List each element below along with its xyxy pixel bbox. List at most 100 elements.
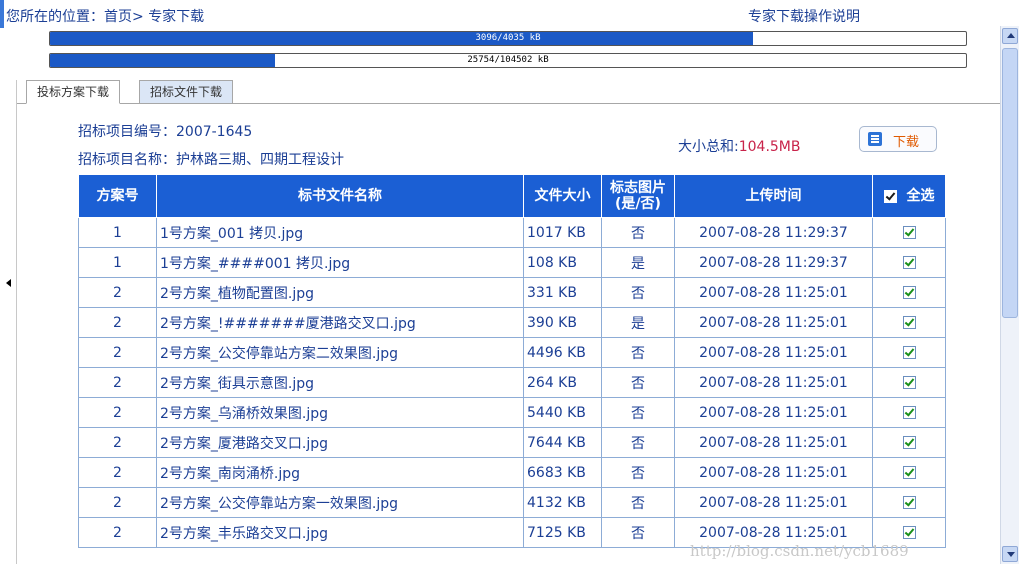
cell-filename[interactable]: 1号方案_####001 拷贝.jpg <box>156 247 524 278</box>
cell-select <box>872 277 946 308</box>
cell-scheme: 2 <box>78 517 157 548</box>
cell-size: 4496 KB <box>523 337 602 368</box>
breadcrumb-prefix: 您所在的位置： <box>6 9 104 25</box>
row-checkbox[interactable] <box>902 376 916 389</box>
progress-bar-total: 25754/104502 kB <box>49 53 967 68</box>
cell-uploaded: 2007-08-28 11:25:01 <box>674 307 873 338</box>
vertical-scrollbar[interactable] <box>1000 26 1019 564</box>
table-row: 2 2号方案_乌涌桥效果图.jpg 5440 KB 否 2007-08-28 11:25… <box>78 397 946 428</box>
cell-scheme: 1 <box>78 247 157 278</box>
cell-scheme: 2 <box>78 337 157 368</box>
header-size: 文件大小 <box>523 174 602 218</box>
cell-size: 108 KB <box>523 247 602 278</box>
cell-filename[interactable]: 2号方案_南岗涌桥.jpg <box>156 457 524 488</box>
table-row: 1 1号方案_001 拷贝.jpg 1017 KB 否 2007-08-28 11:29… <box>78 217 946 248</box>
cell-filename[interactable]: 2号方案_!#######厦港路交叉口.jpg <box>156 307 524 338</box>
cell-size: 264 KB <box>523 367 602 398</box>
project-number-value: 2007-1645 <box>176 124 253 140</box>
table-row: 2 2号方案_公交停靠站方案一效果图.jpg 4132 KB 否 2007-08-28 … <box>78 487 946 518</box>
select-all-checkbox[interactable] <box>883 189 897 203</box>
cell-select <box>872 337 946 368</box>
cell-size: 7125 KB <box>523 517 602 548</box>
select-all-label: 全选 <box>906 188 935 204</box>
table-row: 2 2号方案_厦港路交叉口.jpg 7644 KB 否 2007-08-28 11:25… <box>78 427 946 458</box>
row-checkbox[interactable] <box>902 466 916 479</box>
header-scheme: 方案号 <box>78 174 157 218</box>
progress-bar-file: 3096/4035 kB <box>49 31 967 46</box>
cell-filename[interactable]: 2号方案_公交停靠站方案二效果图.jpg <box>156 337 524 368</box>
project-name: 招标项目名称：护林路三期、四期工程设计 <box>78 149 344 169</box>
header-flag: 标志图片(是/否) <box>601 174 675 218</box>
file-table: 方案号 标书文件名称 文件大小 标志图片(是/否) 上传时间 全选 1 1号方案_… <box>78 174 946 548</box>
download-button-label: 下载 <box>893 135 920 150</box>
row-checkbox[interactable] <box>902 316 916 329</box>
total-size-label: 大小总和: <box>678 139 739 155</box>
cell-scheme: 2 <box>78 487 157 518</box>
cell-size: 4132 KB <box>523 487 602 518</box>
cell-scheme: 2 <box>78 457 157 488</box>
cell-scheme: 2 <box>78 277 157 308</box>
cell-size: 7644 KB <box>523 427 602 458</box>
cell-select <box>872 367 946 398</box>
scroll-up-icon[interactable] <box>1002 28 1018 44</box>
cell-uploaded: 2007-08-28 11:29:37 <box>674 217 873 248</box>
header-select-all: 全选 <box>872 174 946 218</box>
row-checkbox[interactable] <box>902 436 916 449</box>
cell-scheme: 2 <box>78 307 157 338</box>
cell-filename[interactable]: 1号方案_001 拷贝.jpg <box>156 217 524 248</box>
row-checkbox[interactable] <box>902 496 916 509</box>
download-help-link[interactable]: 专家下载操作说明 <box>748 6 860 26</box>
row-checkbox[interactable] <box>902 406 916 419</box>
cell-size: 6683 KB <box>523 457 602 488</box>
cell-select <box>872 217 946 248</box>
progress-text-total: 25754/104502 kB <box>467 55 549 65</box>
row-checkbox[interactable] <box>902 526 916 539</box>
collapse-left-arrow-icon[interactable] <box>6 279 11 287</box>
cell-flag: 否 <box>601 277 675 308</box>
breadcrumb-separator: > <box>132 9 149 25</box>
breadcrumb: 您所在的位置：首页> 专家下载 <box>6 6 204 26</box>
cell-select <box>872 247 946 278</box>
cell-flag: 否 <box>601 427 675 458</box>
table-row: 1 1号方案_####001 拷贝.jpg 108 KB 是 2007-08-28 11… <box>78 247 946 278</box>
row-checkbox[interactable] <box>902 226 916 239</box>
table-row: 2 2号方案_植物配置图.jpg 331 KB 否 2007-08-28 11:25:0… <box>78 277 946 308</box>
cell-filename[interactable]: 2号方案_街具示意图.jpg <box>156 367 524 398</box>
cell-filename[interactable]: 2号方案_植物配置图.jpg <box>156 277 524 308</box>
row-checkbox[interactable] <box>902 286 916 299</box>
watermark: http://blog.csdn.net/ycb1689 <box>690 542 909 560</box>
cell-uploaded: 2007-08-28 11:25:01 <box>674 487 873 518</box>
cell-flag: 否 <box>601 337 675 368</box>
cell-select <box>872 307 946 338</box>
cell-flag: 是 <box>601 247 675 278</box>
cell-filename[interactable]: 2号方案_厦港路交叉口.jpg <box>156 427 524 458</box>
accent-strip <box>0 0 4 28</box>
project-number-label: 招标项目编号： <box>78 124 176 140</box>
scroll-down-icon[interactable] <box>1002 546 1018 562</box>
cell-uploaded: 2007-08-28 11:25:01 <box>674 427 873 458</box>
cell-select <box>872 427 946 458</box>
breadcrumb-home-link[interactable]: 首页 <box>104 9 132 25</box>
cell-uploaded: 2007-08-28 11:25:01 <box>674 457 873 488</box>
download-button[interactable]: 下载 <box>859 126 937 152</box>
project-name-label: 招标项目名称： <box>78 152 176 168</box>
cell-uploaded: 2007-08-28 11:25:01 <box>674 367 873 398</box>
project-number: 招标项目编号：2007-1645 <box>78 121 252 141</box>
total-size: 大小总和:104.5MB <box>678 136 800 156</box>
table-row: 2 2号方案_街具示意图.jpg 264 KB 否 2007-08-28 11:25:0… <box>78 367 946 398</box>
scroll-thumb[interactable] <box>1002 48 1018 318</box>
breadcrumb-current: 专家下载 <box>148 9 205 25</box>
row-checkbox[interactable] <box>902 346 916 359</box>
cell-flag: 否 <box>601 487 675 518</box>
cell-filename[interactable]: 2号方案_丰乐路交叉口.jpg <box>156 517 524 548</box>
cell-select <box>872 397 946 428</box>
cell-scheme: 1 <box>78 217 157 248</box>
top-bar: 您所在的位置：首页> 专家下载 专家下载操作说明 <box>0 0 1000 28</box>
tab-tender-file-download[interactable]: 招标文件下载 <box>139 80 234 103</box>
cell-scheme: 2 <box>78 427 157 458</box>
cell-filename[interactable]: 2号方案_公交停靠站方案一效果图.jpg <box>156 487 524 518</box>
tab-scheme-download[interactable]: 投标方案下载 <box>26 80 121 104</box>
cell-filename[interactable]: 2号方案_乌涌桥效果图.jpg <box>156 397 524 428</box>
cell-uploaded: 2007-08-28 11:25:01 <box>674 277 873 308</box>
row-checkbox[interactable] <box>902 256 916 269</box>
